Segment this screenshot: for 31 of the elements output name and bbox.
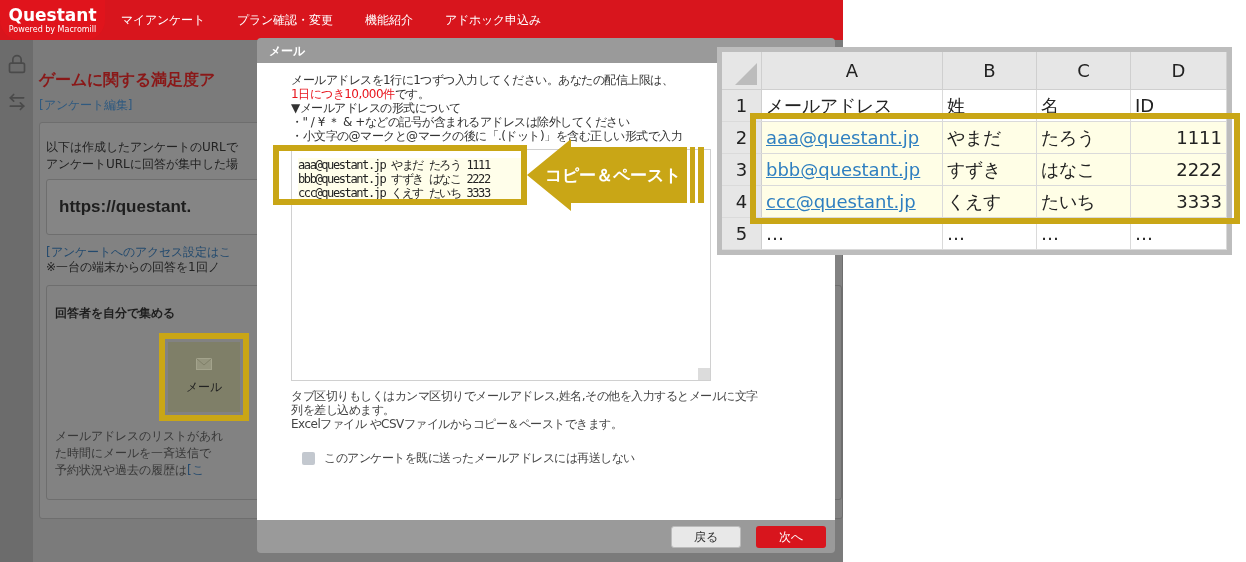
- table-cell: ccc@questant.jp: [762, 186, 943, 217]
- mail-description: メールアドレスのリストがあれ: [55, 428, 223, 445]
- callout-label: コピー＆ペースト: [545, 164, 681, 187]
- table-cell: aaa@questant.jp: [762, 122, 943, 153]
- table-cell: たろう: [1037, 122, 1131, 153]
- format-rule: ・" / ¥ ＊ & +などの記号が含まれるアドレスは除外してください: [291, 115, 630, 129]
- table-cell: 3333: [1131, 186, 1227, 217]
- note-text: ※一台の端末からの回答を1回ノ: [46, 260, 220, 275]
- table-cell: 2222: [1131, 154, 1227, 185]
- table-cell: はなこ: [1037, 154, 1131, 185]
- intro-text: 以下は作成したアンケートのURLで: [46, 139, 238, 156]
- table-cell: たいち: [1037, 186, 1131, 217]
- instruction-text: メールアドレスを1行に1つずつ入力してください。あなたの配信上限は、 1日につき10,000件です。: [291, 73, 675, 101]
- table-cell: くえす: [943, 186, 1037, 217]
- table-cell: やまだ: [943, 122, 1037, 153]
- table-cell: 1111: [1131, 122, 1227, 153]
- checkbox-label: このアンケートを既に送ったメールアドレスには再送しない: [324, 450, 635, 467]
- table-cell: bbb@questant.jp: [762, 154, 943, 185]
- dialog-title: メール: [269, 42, 305, 60]
- table-cell: すずき: [943, 154, 1037, 185]
- intro-text: アンケートURLに回答が集中した場: [46, 156, 238, 173]
- mail-description: た時間にメールを一斉送信で: [55, 445, 211, 462]
- format-heading: ▼メールアドレスの形式について: [291, 101, 461, 115]
- mail-description: 予約状況や過去の履歴は: [55, 462, 187, 479]
- collect-heading: 回答者を自分で集める: [55, 305, 175, 322]
- survey-url: https://questant.: [59, 196, 192, 219]
- logo-text: Questant: [8, 6, 97, 24]
- logo-tagline: Powered by Macromill: [8, 25, 97, 34]
- page-title: ゲームに関する満足度ア: [39, 70, 215, 90]
- help-text: タブ区切りもしくはカンマ区切りでメールアドレス,姓名,その他を入力するとメールに文字列を差し込めます。: [291, 389, 759, 417]
- help-text: Excelファイル やCSVファイルからコピー＆ペーストできます。: [291, 417, 623, 431]
